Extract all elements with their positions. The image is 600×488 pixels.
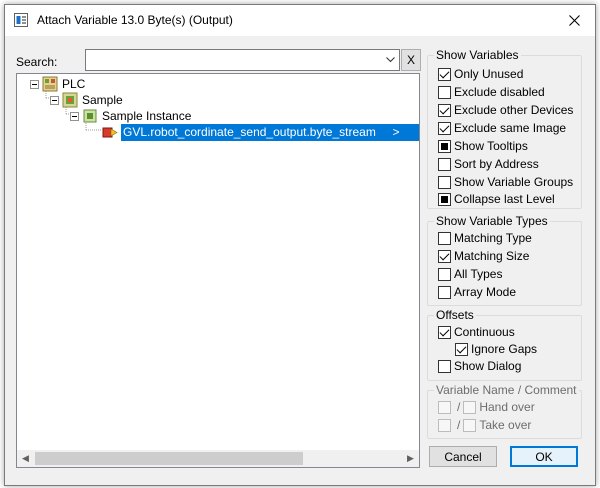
- ok-button[interactable]: OK: [510, 446, 578, 467]
- search-label: Search:: [16, 55, 58, 69]
- option-hand-over: / Hand over: [438, 399, 535, 415]
- separator-label: /: [457, 418, 461, 432]
- offsets-group: Offsets Continuous Ignore Gaps Show Dial…: [427, 308, 582, 381]
- output-variable-icon: [102, 127, 118, 138]
- option-exclude-disabled[interactable]: Exclude disabled: [438, 84, 545, 100]
- option-exclude-other-devices[interactable]: Exclude other Devices: [438, 102, 573, 118]
- scrollbar-thumb[interactable]: [35, 452, 303, 465]
- option-array-mode[interactable]: Array Mode: [438, 284, 516, 300]
- checkbox[interactable]: [438, 121, 451, 135]
- option-label: Only Unused: [454, 67, 524, 81]
- tree-node-label: Sample Instance: [102, 109, 192, 123]
- option-take-over: / Take over: [438, 417, 531, 433]
- option-label: Exclude other Devices: [454, 103, 574, 117]
- selected-variable-label: GVL.robot_cordinate_send_output.byte_str…: [121, 123, 419, 141]
- option-show-variable-groups[interactable]: Show Variable Groups: [438, 174, 573, 190]
- cancel-button[interactable]: Cancel: [429, 446, 497, 467]
- option-label: Show Variable Groups: [454, 175, 574, 189]
- group-title: Show Variables: [434, 48, 521, 62]
- option-label: Continuous: [454, 325, 515, 339]
- tree-node-plc[interactable]: PLC: [30, 76, 85, 92]
- collapse-toggle[interactable]: [30, 79, 39, 89]
- option-label: Array Mode: [454, 285, 517, 299]
- option-label: All Types: [454, 267, 503, 281]
- option-label: Show Tooltips: [454, 139, 528, 153]
- option-show-dialog[interactable]: Show Dialog: [438, 358, 521, 374]
- option-label: Matching Size: [454, 249, 530, 263]
- option-all-types[interactable]: All Types: [438, 266, 502, 282]
- clear-search-button[interactable]: X: [401, 49, 421, 71]
- search-combobox[interactable]: [85, 49, 400, 71]
- checkbox[interactable]: [438, 139, 451, 153]
- option-continuous[interactable]: Continuous: [438, 324, 515, 340]
- tree-node-sample-instance[interactable]: Sample Instance: [70, 108, 191, 124]
- checkbox[interactable]: [438, 192, 451, 206]
- checkbox[interactable]: [438, 249, 451, 263]
- scroll-left-arrow-icon[interactable]: ◀: [17, 450, 34, 467]
- option-label: Hand over: [479, 400, 535, 414]
- option-ignore-gaps[interactable]: Ignore Gaps: [455, 341, 537, 357]
- checkbox[interactable]: [438, 157, 451, 171]
- option-show-tooltips[interactable]: Show Tooltips: [438, 138, 528, 154]
- option-matching-type[interactable]: Matching Type: [438, 230, 532, 246]
- option-label: Exclude disabled: [454, 85, 545, 99]
- group-title: Variable Name / Comment: [434, 383, 579, 397]
- plc-icon: [42, 76, 58, 92]
- collapse-toggle[interactable]: [70, 111, 79, 121]
- collapse-toggle[interactable]: [50, 95, 59, 105]
- title-bar: Attach Variable 13.0 Byte(s) (Output): [5, 5, 595, 36]
- checkbox[interactable]: [438, 85, 451, 99]
- checkbox[interactable]: [438, 359, 451, 373]
- option-label: Take over: [479, 418, 532, 432]
- tree-node-label: PLC: [62, 77, 86, 91]
- checkbox[interactable]: [438, 325, 451, 339]
- scroll-right-arrow-icon[interactable]: ▶: [402, 450, 419, 467]
- close-button[interactable]: [553, 5, 595, 36]
- option-label: Exclude same Image: [454, 121, 567, 135]
- checkbox[interactable]: [438, 231, 451, 245]
- option-label: Show Dialog: [454, 359, 522, 373]
- clear-search-label: X: [406, 53, 415, 67]
- chevron-down-icon: [385, 57, 395, 63]
- group-title: Offsets: [434, 308, 476, 322]
- instance-icon: [83, 109, 97, 123]
- tree-node-output-variable[interactable]: GVL.robot_cordinate_send_output.byte_str…: [102, 123, 419, 141]
- checkbox[interactable]: [455, 342, 468, 356]
- option-label: Sort by Address: [454, 157, 539, 171]
- checkbox[interactable]: [438, 285, 451, 299]
- separator-label: /: [457, 400, 461, 414]
- tree-node-label: Sample: [82, 93, 123, 107]
- attach-variable-dialog: Attach Variable 13.0 Byte(s) (Output) Se…: [4, 4, 596, 486]
- group-title: Show Variable Types: [434, 214, 550, 228]
- search-dropdown-button[interactable]: [381, 50, 399, 70]
- option-label: Matching Type: [454, 231, 532, 245]
- checkbox[interactable]: [438, 67, 451, 81]
- option-label: Ignore Gaps: [471, 342, 538, 356]
- window-title: Attach Variable 13.0 Byte(s) (Output): [37, 13, 233, 27]
- checkbox-comment: [463, 400, 477, 414]
- checkbox[interactable]: [438, 267, 451, 281]
- project-icon: [62, 92, 78, 108]
- checkbox[interactable]: [438, 103, 451, 117]
- show-variable-types-group: Show Variable Types Matching Type Matchi…: [427, 214, 582, 306]
- variable-name-comment-group: Variable Name / Comment / Hand over / Ta…: [427, 383, 582, 439]
- checkbox-comment: [463, 418, 477, 432]
- option-exclude-same-image[interactable]: Exclude same Image: [438, 120, 566, 136]
- window-app-icon: [14, 13, 28, 27]
- option-only-unused[interactable]: Only Unused: [438, 66, 523, 82]
- search-input[interactable]: [88, 50, 382, 70]
- checkbox-name: [438, 418, 451, 432]
- option-matching-size[interactable]: Matching Size: [438, 248, 529, 264]
- option-label: Collapse last Level: [454, 192, 555, 206]
- horizontal-scrollbar[interactable]: ◀ ▶: [17, 450, 419, 467]
- option-collapse-last-level[interactable]: Collapse last Level: [438, 191, 555, 207]
- option-sort-by-address[interactable]: Sort by Address: [438, 156, 539, 172]
- show-variables-group: Show Variables Only Unused Exclude disab…: [427, 48, 582, 209]
- variable-tree[interactable]: PLC Sample Sample Instance GVL.robot_cor…: [16, 73, 420, 468]
- checkbox[interactable]: [438, 175, 451, 189]
- checkbox-name: [438, 400, 451, 414]
- tree-node-sample[interactable]: Sample: [50, 92, 123, 108]
- close-icon: [568, 15, 580, 26]
